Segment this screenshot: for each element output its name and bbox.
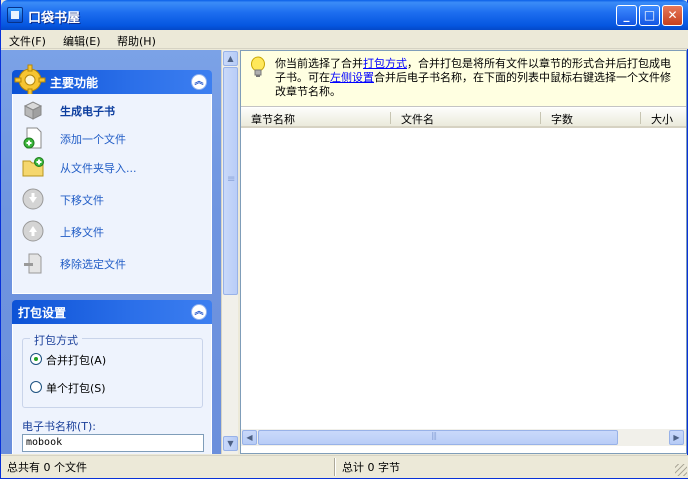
main-group-header[interactable]: 主要功能 ︽ (12, 64, 212, 96)
scroll-thumb[interactable] (223, 67, 238, 295)
pack-mode-link[interactable]: 打包方式 (363, 57, 407, 70)
ebook-name-label: 电子书名称(T): (22, 420, 97, 433)
minimize-button[interactable]: _ (616, 5, 637, 26)
remove-file-icon (24, 253, 42, 274)
task-build-ebook-label: 生成电子书 (60, 105, 115, 118)
column-file-name[interactable]: 文件名 (401, 111, 434, 127)
task-add-file[interactable]: 添加一个文件 (21, 126, 207, 152)
status-separator (334, 458, 336, 476)
task-move-up[interactable]: 上移文件 (21, 219, 207, 245)
collapse-main-button[interactable]: ︽ (191, 74, 207, 90)
column-size[interactable]: 大小 (651, 111, 673, 127)
collapse-pack-button[interactable]: ︽ (191, 304, 207, 320)
status-total-bytes: 总计 0 字节 (342, 461, 400, 474)
task-pane: 主要功能 ︽ 生成电子书 添加一个文件 从文件夹导入... 下移文件 上移文件 … (1, 50, 221, 454)
add-file-icon (23, 127, 42, 149)
column-chapter-name[interactable]: 章节名称 (251, 111, 295, 127)
maximize-button[interactable]: □ (639, 5, 660, 26)
file-list-pane: 你当前选择了合并打包方式，合并打包是将所有文件以章节的形式合并后打包成电子书。可… (240, 50, 687, 454)
pack-mode-legend: 打包方式 (30, 332, 82, 348)
task-remove-file-label: 移除选定文件 (60, 258, 126, 271)
task-pane-scrollbar[interactable]: ▲ ▼ (221, 50, 238, 454)
task-build-ebook[interactable]: 生成电子书 (21, 98, 207, 124)
merge-pack-radio[interactable] (30, 353, 42, 365)
pack-group-header[interactable]: 打包设置 ︽ (12, 300, 212, 324)
file-list-hscrollbar[interactable]: ◀ ▶ (241, 429, 686, 446)
ebook-name-input[interactable]: mobook (22, 434, 204, 452)
gear-icon (14, 64, 46, 96)
pack-group-title: 打包设置 (18, 306, 67, 320)
title-bar[interactable]: 口袋书屋 _ □ ✕ (1, 0, 688, 30)
hscroll-thumb[interactable] (258, 430, 618, 445)
resize-grip[interactable] (675, 464, 687, 476)
task-remove-file[interactable]: 移除选定文件 (21, 251, 207, 277)
menu-edit[interactable]: 编辑(E) (63, 33, 101, 49)
scroll-right-button[interactable]: ▶ (669, 430, 684, 445)
column-separator[interactable] (640, 112, 641, 124)
scroll-left-button[interactable]: ◀ (242, 430, 257, 445)
info-bar: 你当前选择了合并打包方式，合并打包是将所有文件以章节的形式合并后打包成电子书。可… (241, 51, 686, 107)
lightbulb-icon (251, 56, 265, 77)
app-window: 口袋书屋 _ □ ✕ 文件(F) 编辑(E) 帮助(H) 主要功能 ︽ 生成电子… (0, 0, 688, 479)
status-file-count: 总共有 0 个文件 (7, 461, 87, 474)
main-group-title: 主要功能 (50, 76, 99, 90)
task-move-down-label: 下移文件 (60, 194, 104, 207)
menu-file[interactable]: 文件(F) (9, 33, 46, 49)
scroll-up-button[interactable]: ▲ (223, 51, 238, 66)
task-add-file-label: 添加一个文件 (60, 133, 126, 146)
task-move-up-label: 上移文件 (60, 226, 104, 239)
close-button[interactable]: ✕ (662, 5, 683, 26)
arrow-down-icon (22, 188, 44, 210)
column-separator[interactable] (390, 112, 391, 124)
window-title: 口袋书屋 (28, 11, 81, 26)
task-move-down[interactable]: 下移文件 (21, 187, 207, 213)
main-group-body: 生成电子书 添加一个文件 从文件夹导入... 下移文件 上移文件 移除选定文件 (12, 94, 212, 294)
column-separator[interactable] (540, 112, 541, 124)
task-import-folder-label: 从文件夹导入... (60, 162, 137, 175)
single-pack-radio[interactable] (30, 381, 42, 393)
arrow-up-icon (22, 220, 44, 242)
info-text: 你当前选择了合并打包方式，合并打包是将所有文件以章节的形式合并后打包成电子书。可… (275, 57, 680, 99)
task-import-folder[interactable]: 从文件夹导入... (21, 155, 207, 181)
left-settings-link[interactable]: 左侧设置 (330, 71, 374, 84)
box-icon (23, 101, 43, 120)
pack-mode-fieldset: 打包方式 合并打包(A) 单个打包(S) (22, 332, 203, 408)
info-text-part1: 你当前选择了合并 (275, 57, 363, 70)
menu-help[interactable]: 帮助(H) (117, 33, 156, 49)
menu-bar: 文件(F) 编辑(E) 帮助(H) (1, 30, 688, 49)
single-pack-label[interactable]: 单个打包(S) (46, 380, 106, 396)
app-icon (7, 7, 23, 23)
folder-add-icon (22, 157, 44, 177)
scroll-down-button[interactable]: ▼ (223, 436, 238, 451)
merge-pack-label[interactable]: 合并打包(A) (46, 352, 106, 368)
column-word-count[interactable]: 字数 (551, 111, 573, 127)
list-header: 章节名称 文件名 字数 大小 (241, 108, 686, 128)
status-bar: 总共有 0 个文件 总计 0 字节 (1, 455, 688, 478)
pack-group-body: 打包方式 合并打包(A) 单个打包(S) 电子书名称(T): mobook (12, 324, 212, 454)
